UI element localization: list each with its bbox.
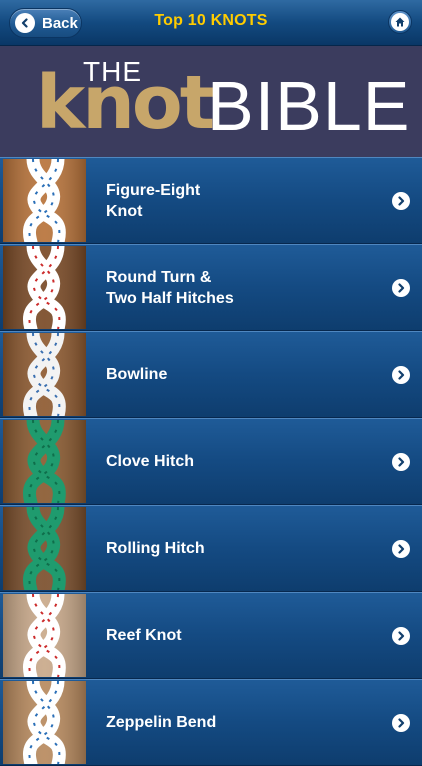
chevron-right-icon	[392, 366, 410, 384]
knot-name: Zeppelin Bend	[106, 714, 217, 731]
knot-thumbnail	[3, 594, 86, 677]
chevron-right-icon	[392, 627, 410, 645]
knot-list-item[interactable]: Reef Knot	[0, 592, 422, 679]
chevron-right-icon	[392, 192, 410, 210]
chevron-right-icon	[392, 540, 410, 558]
knot-name: Figure-Eight Knot	[106, 181, 201, 220]
knot-name: Reef Knot	[106, 627, 182, 644]
knot-list-item[interactable]: Clove Hitch	[0, 418, 422, 505]
navigation-bar: Back Top 10 KNOTS	[0, 0, 422, 46]
logo-bible: BIBLE	[207, 67, 411, 145]
knot-name: Clove Hitch	[106, 453, 195, 470]
knot-name: Round Turn & Two Half Hitches	[106, 268, 234, 307]
knot-thumbnail	[3, 507, 86, 590]
chevron-right-icon	[392, 453, 410, 471]
home-button[interactable]	[388, 10, 412, 34]
knot-thumbnail	[3, 159, 86, 242]
knot-thumbnail	[3, 681, 86, 764]
logo-knot: knot	[36, 60, 215, 146]
knot-list-item[interactable]: Figure-Eight Knot	[0, 157, 422, 244]
knot-name: Bowline	[106, 366, 168, 383]
knot-thumbnail	[3, 246, 86, 329]
knot-list: Figure-Eight Knot Round Turn & Two Half H…	[0, 157, 422, 766]
knot-thumbnail	[3, 333, 86, 416]
knot-thumbnail	[3, 420, 86, 503]
knot-list-item[interactable]: Round Turn & Two Half Hitches	[0, 244, 422, 331]
knot-list-item[interactable]: Rolling Hitch	[0, 505, 422, 592]
chevron-right-icon	[392, 714, 410, 732]
chevron-right-icon	[392, 279, 410, 297]
knot-bible-logo-banner: THE knot BIBLE	[0, 46, 422, 157]
page-title: Top 10 KNOTS	[154, 12, 268, 29]
knot-list-item[interactable]: Bowline	[0, 331, 422, 418]
knot-list-item[interactable]: Zeppelin Bend	[0, 679, 422, 766]
knot-name: Rolling Hitch	[106, 540, 205, 557]
home-icon	[391, 13, 409, 31]
